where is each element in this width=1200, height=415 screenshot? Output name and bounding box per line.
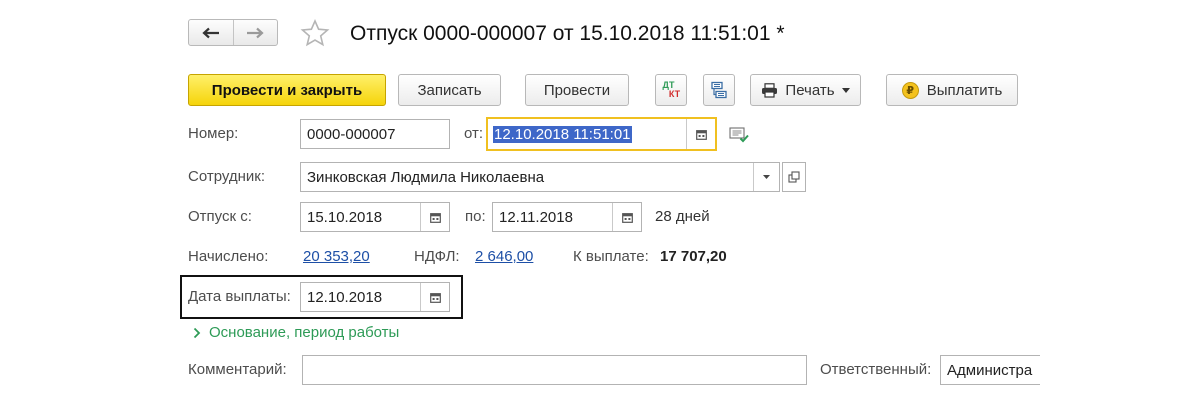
pay-label: Выплатить: [926, 81, 1003, 99]
date-label: от:: [464, 125, 484, 142]
printer-icon: [762, 82, 778, 98]
number-field[interactable]: 0000-000007: [300, 119, 450, 149]
back-button[interactable]: [189, 20, 233, 45]
pay-date-field[interactable]: 12.10.2018: [300, 282, 450, 312]
date-field[interactable]: 12.10.2018 11:51:01: [486, 117, 717, 151]
chevron-right-icon: [193, 327, 201, 338]
comment-field[interactable]: [302, 355, 807, 385]
calendar-icon: [429, 292, 441, 303]
pay-button[interactable]: ₽ Выплатить: [886, 74, 1018, 106]
print-button[interactable]: Печать: [750, 74, 861, 106]
employee-field[interactable]: Зинковская Людмила Николаевна: [300, 162, 780, 192]
payout-value: 17 707,20: [660, 248, 727, 265]
calendar-icon: [621, 212, 633, 223]
basis-group-toggle[interactable]: Основание, период работы: [193, 324, 399, 341]
edit-number-button[interactable]: [729, 127, 749, 147]
document-structure-icon: [711, 81, 727, 99]
vacation-from-value: 15.10.2018: [307, 208, 383, 226]
ndfl-label: НДФЛ:: [414, 248, 460, 265]
arrow-left-icon: [202, 27, 219, 38]
forward-button[interactable]: [232, 20, 278, 45]
pay-date-label: Дата выплаты:: [188, 288, 291, 305]
calendar-icon: [695, 129, 707, 140]
number-label: Номер:: [188, 125, 239, 142]
pay-date-value: 12.10.2018: [307, 288, 383, 306]
ruble-coin-icon: ₽: [901, 81, 919, 99]
payout-label: К выплате:: [573, 248, 649, 265]
dt-kt-button[interactable]: ДТ КТ: [655, 74, 687, 106]
comment-label: Комментарий:: [188, 361, 287, 378]
vacation-from-calendar-button[interactable]: [420, 203, 449, 231]
pay-date-calendar-button[interactable]: [420, 283, 449, 311]
accrued-link[interactable]: 20 353,20: [303, 247, 370, 267]
dt-kt-icon: ДТ КТ: [662, 80, 681, 99]
caret-down-icon: [841, 87, 850, 93]
date-value: 12.10.2018 11:51:01: [493, 125, 632, 143]
vacation-to-calendar-button[interactable]: [612, 203, 641, 231]
open-window-icon: [788, 171, 800, 183]
basis-group-label: Основание, период работы: [209, 324, 400, 341]
post-and-close-button[interactable]: Провести и закрыть: [188, 74, 386, 106]
calendar-icon: [429, 212, 441, 223]
responsible-value: Администра: [947, 361, 1033, 379]
print-label: Печать: [785, 81, 835, 99]
document-structure-button[interactable]: [703, 74, 735, 106]
vacation-from-field[interactable]: 15.10.2018: [300, 202, 450, 232]
accrued-label: Начислено:: [188, 248, 269, 265]
vacation-to-value: 12.11.2018: [499, 208, 573, 226]
vacation-to-label: по:: [465, 208, 486, 225]
caret-down-icon: [763, 175, 770, 179]
number-value: 0000-000007: [307, 125, 396, 143]
date-calendar-button[interactable]: [686, 119, 715, 149]
page-title: Отпуск 0000-000007 от 15.10.2018 11:51:0…: [350, 22, 785, 45]
employee-open-button[interactable]: [782, 162, 806, 192]
employee-label: Сотрудник:: [188, 168, 266, 185]
save-button[interactable]: Записать: [398, 74, 501, 106]
arrow-right-icon: [247, 27, 264, 38]
vacation-days: 28 дней: [655, 208, 710, 225]
employee-value: Зинковская Людмила Николаевна: [307, 168, 545, 186]
vacation-label: Отпуск с:: [188, 208, 252, 225]
nav-group: [188, 19, 278, 46]
ndfl-link[interactable]: 2 646,00: [475, 247, 533, 267]
document-check-icon: [729, 127, 749, 143]
star-outline-icon: [300, 19, 330, 47]
vacation-to-field[interactable]: 12.11.2018: [492, 202, 642, 232]
favorite-button[interactable]: [300, 19, 330, 51]
responsible-field[interactable]: Администра: [940, 355, 1040, 385]
responsible-label: Ответственный:: [820, 361, 932, 378]
employee-dropdown-button[interactable]: [753, 163, 779, 191]
post-button[interactable]: Провести: [525, 74, 629, 106]
